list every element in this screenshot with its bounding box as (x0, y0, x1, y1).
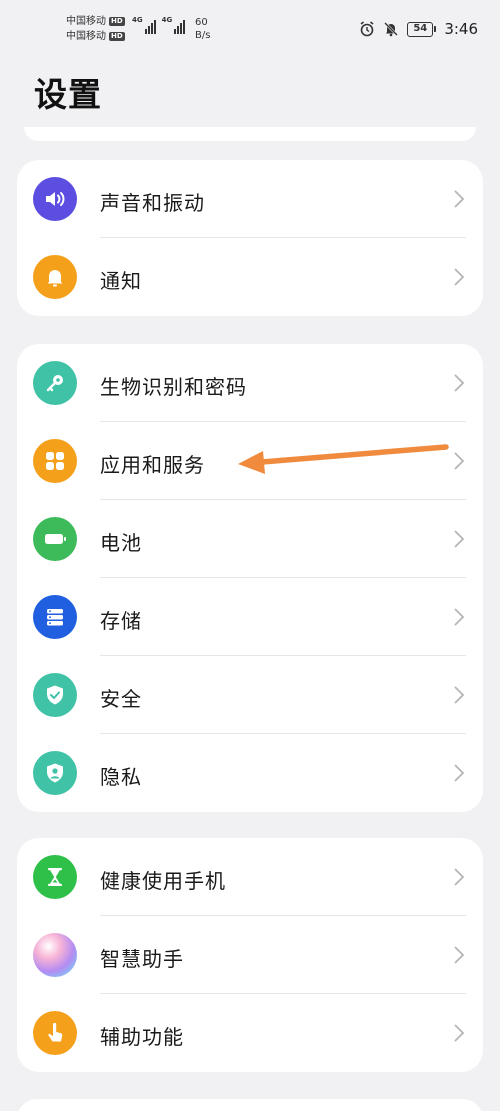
chevron-right-icon (454, 452, 465, 470)
settings-group-3: 健康使用手机 智慧助手 辅助功能 (17, 838, 483, 1072)
chevron-right-icon (454, 530, 465, 548)
settings-item-storage[interactable]: 存储 (17, 578, 483, 656)
settings-item-digital-balance[interactable]: 健康使用手机 (17, 838, 483, 916)
network-speed: 60 B/s (195, 16, 210, 42)
shield-check-icon (33, 673, 77, 717)
settings-item-label: 隐私 (100, 765, 142, 789)
carrier-info: 中国移动 HD 中国移动 HD (66, 14, 125, 44)
key-icon (33, 361, 77, 405)
settings-item-sound[interactable]: 声音和振动 (17, 160, 483, 238)
settings-item-label: 生物识别和密码 (100, 375, 247, 399)
settings-item-apps[interactable]: 应用和服务 (17, 422, 483, 500)
mute-icon (384, 22, 399, 37)
assistant-orb-icon (33, 933, 77, 977)
carrier-1-label: 中国移动 (66, 16, 106, 27)
hd-badge-2: HD (109, 32, 125, 41)
hd-badge-1: HD (109, 17, 125, 26)
chevron-right-icon (454, 374, 465, 392)
settings-item-label: 辅助功能 (100, 1025, 184, 1049)
storage-icon (33, 595, 77, 639)
settings-item-label: 电池 (100, 531, 142, 555)
settings-item-privacy[interactable]: 隐私 (17, 734, 483, 812)
settings-item-label: 声音和振动 (100, 191, 205, 215)
bell-icon (33, 255, 77, 299)
signal-icon-1: 4G (132, 16, 156, 34)
status-bar: 中国移动 HD 中国移动 HD 4G 4G 60 B/s 54 3:46 (0, 0, 500, 52)
battery-indicator: 54 (407, 21, 437, 37)
settings-item-label: 应用和服务 (100, 453, 205, 477)
page-title: 设置 (34, 75, 102, 114)
clock: 3:46 (444, 20, 478, 38)
next-card-edge (17, 1099, 483, 1111)
settings-item-security[interactable]: 安全 (17, 656, 483, 734)
chevron-right-icon (454, 268, 465, 286)
volume-icon (33, 177, 77, 221)
carrier-2-label: 中国移动 (66, 31, 106, 42)
settings-group-2: 生物识别和密码 应用和服务 电池 存储 安全 隐私 (17, 344, 483, 812)
chevron-right-icon (454, 868, 465, 886)
alarm-icon (360, 21, 374, 37)
net-speed-unit: B/s (195, 30, 211, 41)
settings-item-label: 存储 (100, 609, 142, 633)
settings-item-label: 安全 (100, 687, 142, 711)
chevron-right-icon (454, 946, 465, 964)
privacy-icon (33, 751, 77, 795)
chevron-right-icon (454, 190, 465, 208)
settings-item-notifications[interactable]: 通知 (17, 238, 483, 316)
settings-item-label: 通知 (100, 269, 142, 293)
apps-grid-icon (33, 439, 77, 483)
settings-item-assistant[interactable]: 智慧助手 (17, 916, 483, 994)
chevron-right-icon (454, 1024, 465, 1042)
settings-item-battery[interactable]: 电池 (17, 500, 483, 578)
settings-item-label: 健康使用手机 (100, 869, 226, 893)
signal-strength: 4G 4G (132, 16, 186, 34)
chevron-right-icon (454, 608, 465, 626)
battery-icon (33, 517, 77, 561)
net-speed-value: 60 (195, 17, 208, 28)
hourglass-icon (33, 855, 77, 899)
status-icons: 54 3:46 (359, 20, 478, 38)
hand-pointer-icon (33, 1011, 77, 1055)
signal-icon-2: 4G (162, 16, 186, 34)
settings-group-1: 声音和振动 通知 (17, 160, 483, 316)
settings-item-label: 智慧助手 (100, 947, 184, 971)
chevron-right-icon (454, 764, 465, 782)
settings-item-biometrics[interactable]: 生物识别和密码 (17, 344, 483, 422)
battery-level: 54 (407, 21, 434, 37)
chevron-right-icon (454, 686, 465, 704)
previous-card-edge (24, 127, 476, 141)
settings-item-accessibility[interactable]: 辅助功能 (17, 994, 483, 1072)
